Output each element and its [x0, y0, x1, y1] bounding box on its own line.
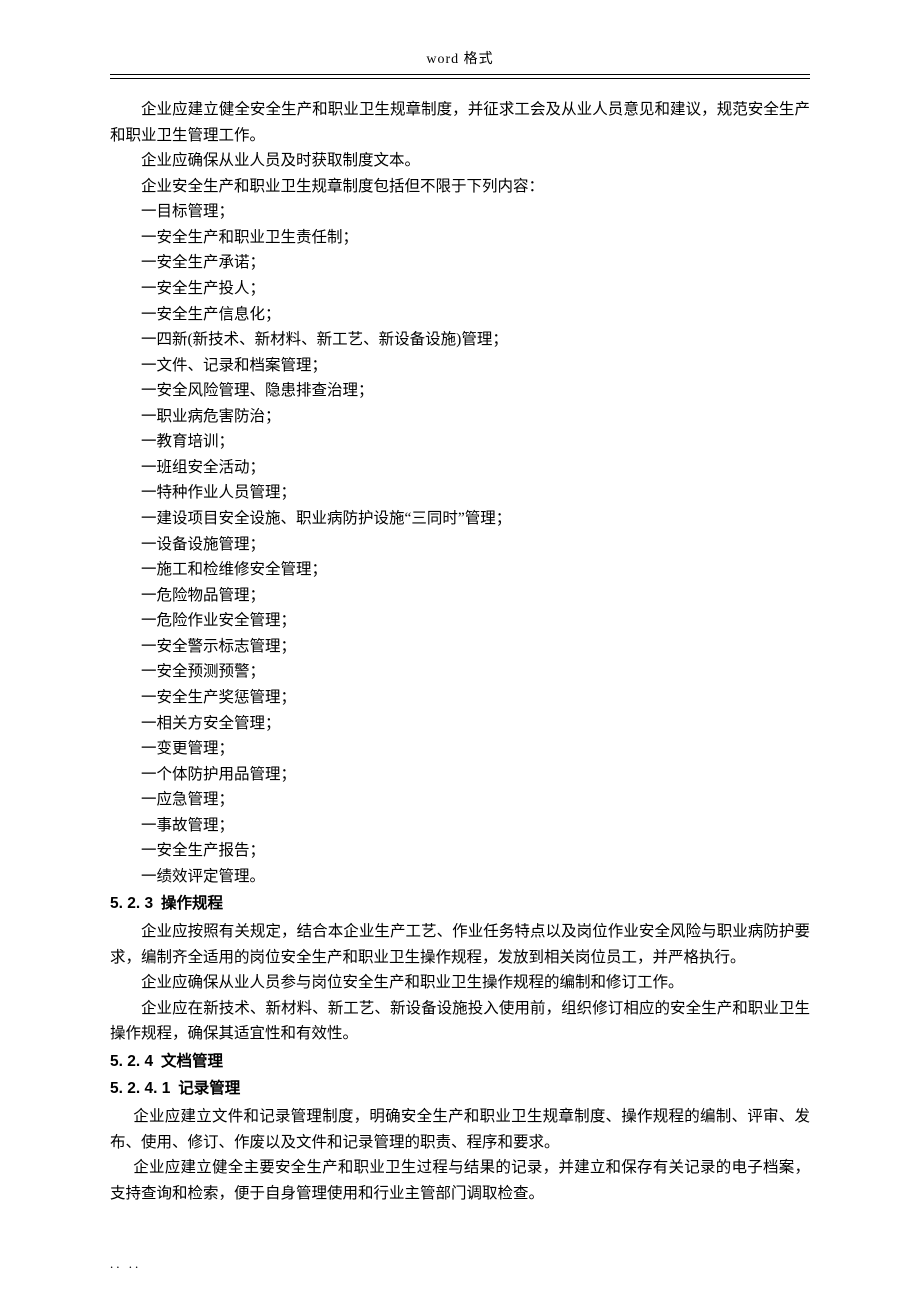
list-item: 一安全生产承诺； — [110, 250, 810, 276]
heading-5-2-3: 5. 2. 3 操作规程 — [110, 891, 810, 917]
list-item: 一安全生产报告； — [110, 838, 810, 864]
list-item: 一安全警示标志管理； — [110, 634, 810, 660]
heading-5-2-4: 5. 2. 4 文档管理 — [110, 1049, 810, 1075]
header-divider — [110, 74, 810, 79]
list-item: 一职业病危害防治； — [110, 404, 810, 430]
footer-marker: .. .. — [110, 1256, 141, 1272]
paragraph-523-3: 企业应在新技术、新材料、新工艺、新设备设施投入使用前，组织修订相应的安全生产和职… — [110, 996, 810, 1047]
list-item: 一个体防护用品管理； — [110, 762, 810, 788]
heading-number: 5. 2. 3 — [110, 895, 153, 912]
list-item: 一安全生产奖惩管理； — [110, 685, 810, 711]
document-page: word 格式 企业应建立健全安全生产和职业卫生规章制度，并征求工会及从业人员意… — [0, 0, 920, 1302]
list-item: 一安全生产和职业卫生责任制； — [110, 225, 810, 251]
list-item: 一应急管理； — [110, 787, 810, 813]
paragraph-5241-1: 企业应建立文件和记录管理制度，明确安全生产和职业卫生规章制度、操作规程的编制、评… — [110, 1104, 810, 1155]
list-item: 一事故管理； — [110, 813, 810, 839]
paragraph-523-2: 企业应确保从业人员参与岗位安全生产和职业卫生操作规程的编制和修订工作。 — [110, 970, 810, 996]
list-item: 一建设项目安全设施、职业病防护设施“三同时”管理； — [110, 506, 810, 532]
list-item: 一施工和检维修安全管理； — [110, 557, 810, 583]
list-item: 一四新(新技术、新材料、新工艺、新设备设施)管理； — [110, 327, 810, 353]
heading-number: 5. 2. 4 — [110, 1053, 153, 1070]
list-item: 一变更管理； — [110, 736, 810, 762]
list-item: 一危险作业安全管理； — [110, 608, 810, 634]
heading-title: 操作规程 — [161, 895, 223, 912]
list-item: 一危险物品管理； — [110, 583, 810, 609]
list-item: 一教育培训； — [110, 429, 810, 455]
paragraph-5241-2: 企业应建立健全主要安全生产和职业卫生过程与结果的记录，并建立和保存有关记录的电子… — [110, 1155, 810, 1206]
list-item: 一特种作业人员管理； — [110, 480, 810, 506]
page-header: word 格式 — [110, 48, 810, 72]
list-item: 一文件、记录和档案管理； — [110, 353, 810, 379]
heading-number: 5. 2. 4. 1 — [110, 1080, 170, 1097]
paragraph-intro-3: 企业安全生产和职业卫生规章制度包括但不限于下列内容： — [110, 174, 810, 200]
list-item: 一目标管理； — [110, 199, 810, 225]
list-item: 一设备设施管理； — [110, 532, 810, 558]
list-item: 一绩效评定管理。 — [110, 864, 810, 890]
heading-title: 记录管理 — [178, 1080, 240, 1097]
paragraph-intro-1: 企业应建立健全安全生产和职业卫生规章制度，并征求工会及从业人员意见和建议，规范安… — [110, 97, 810, 148]
header-label: word 格式 — [426, 52, 493, 67]
list-item: 一班组安全活动； — [110, 455, 810, 481]
paragraph-intro-2: 企业应确保从业人员及时获取制度文本。 — [110, 148, 810, 174]
heading-title: 文档管理 — [161, 1053, 223, 1070]
list-item: 一相关方安全管理； — [110, 711, 810, 737]
list-item: 一安全生产投人； — [110, 276, 810, 302]
paragraph-523-1: 企业应按照有关规定，结合本企业生产工艺、作业任务特点以及岗位作业安全风险与职业病… — [110, 919, 810, 970]
list-item: 一安全风险管理、隐患排查治理； — [110, 378, 810, 404]
list-item: 一安全预测预警； — [110, 659, 810, 685]
list-item: 一安全生产信息化； — [110, 302, 810, 328]
heading-5-2-4-1: 5. 2. 4. 1 记录管理 — [110, 1076, 810, 1102]
